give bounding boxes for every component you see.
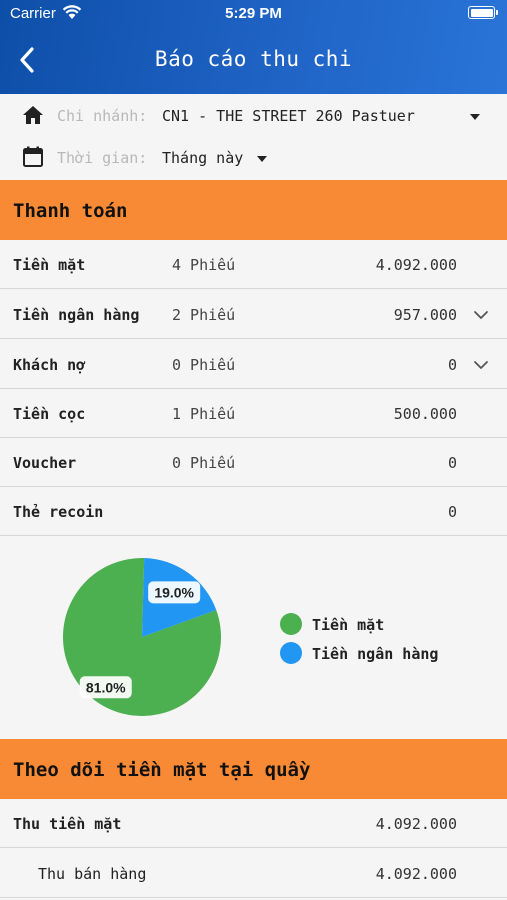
time-label: Thời gian:: [57, 149, 148, 167]
cash-row-sales: Thu bán hàng 4.092.000: [0, 849, 507, 898]
row-label: Khách nợ: [13, 356, 86, 374]
svg-text:19.0%: 19.0%: [154, 584, 194, 600]
row-label: Thẻ recoin: [13, 503, 104, 521]
row-count: 0 Phiếu: [172, 454, 236, 472]
row-label: Voucher: [13, 454, 77, 472]
row-amount: 0: [447, 356, 457, 374]
row-label: Thu bán hàng: [38, 865, 147, 883]
app-header: Carrier 5:29 PM Báo cáo thu chi: [0, 0, 507, 94]
pie-label-0: 81.0%: [79, 676, 132, 699]
cash-row-total: Thu tiền mặt 4.092.000: [0, 799, 507, 848]
row-label: Tiền cọc: [13, 405, 86, 423]
clock: 5:29 PM: [225, 5, 282, 22]
row-amount: 0: [447, 454, 457, 472]
payment-row-cash: Tiền mặt 4 Phiếu 4.092.000: [0, 240, 507, 289]
payment-row-bank[interactable]: Tiền ngân hàng 2 Phiếu 957.000: [0, 290, 507, 339]
legend-swatch: [280, 613, 302, 635]
legend-swatch: [280, 642, 302, 664]
row-amount: 4.092.000: [375, 815, 457, 833]
branch-filter[interactable]: Chi nhánh: CN1 - THE STREET 260 Pastuer: [0, 96, 507, 136]
time-filter[interactable]: Thời gian: Tháng này: [0, 138, 507, 178]
row-label: Thu tiền mặt: [13, 815, 122, 833]
row-count: 4 Phiếu: [172, 256, 236, 274]
chevron-down-icon[interactable]: [473, 357, 489, 375]
calendar-icon: [21, 145, 45, 173]
pie-label-1: 19.0%: [148, 581, 201, 604]
status-bar: Carrier 5:29 PM: [0, 0, 507, 28]
branch-label: Chi nhánh:: [57, 107, 148, 125]
row-label: Tiền ngân hàng: [13, 306, 140, 324]
payment-row-debt[interactable]: Khách nợ 0 Phiếu 0: [0, 340, 507, 389]
branch-dropdown-icon[interactable]: [470, 114, 480, 120]
row-amount: 500.000: [393, 405, 457, 423]
home-icon: [21, 104, 45, 130]
row-amount: 0: [447, 503, 457, 521]
payment-row-recoin: Thẻ recoin 0: [0, 487, 507, 536]
time-dropdown-icon[interactable]: [257, 156, 267, 162]
svg-text:81.0%: 81.0%: [86, 679, 126, 695]
row-amount: 957.000: [393, 306, 457, 324]
row-count: 2 Phiếu: [172, 306, 236, 324]
payment-row-voucher: Voucher 0 Phiếu 0: [0, 438, 507, 487]
payment-row-deposit: Tiền cọc 1 Phiếu 500.000: [0, 389, 507, 438]
payment-section-header: Thanh toán: [0, 180, 507, 240]
row-count: 0 Phiếu: [172, 356, 236, 374]
page-title: Báo cáo thu chi: [154, 47, 353, 71]
time-value[interactable]: Tháng này: [162, 149, 243, 167]
pie-chart: 81.0% 19.0%: [63, 558, 222, 716]
legend-label: Tiền mặt: [312, 616, 385, 634]
cash-tracking-section-title: Theo dõi tiền mặt tại quầy: [13, 759, 311, 781]
row-amount: 4.092.000: [375, 256, 457, 274]
row-label: Tiền mặt: [13, 256, 86, 274]
branch-value[interactable]: CN1 - THE STREET 260 Pastuer: [162, 107, 415, 125]
payment-section-title: Thanh toán: [13, 200, 128, 222]
row-amount: 4.092.000: [375, 865, 457, 883]
cash-tracking-section-header: Theo dõi tiền mặt tại quầy: [0, 739, 507, 799]
battery-icon: [468, 6, 498, 19]
payment-chart: 81.0% 19.0% Tiền mặt Tiền ngân hàng: [0, 536, 507, 738]
chevron-down-icon[interactable]: [473, 307, 489, 325]
row-count: 1 Phiếu: [172, 405, 236, 423]
legend-label: Tiền ngân hàng: [312, 645, 439, 663]
